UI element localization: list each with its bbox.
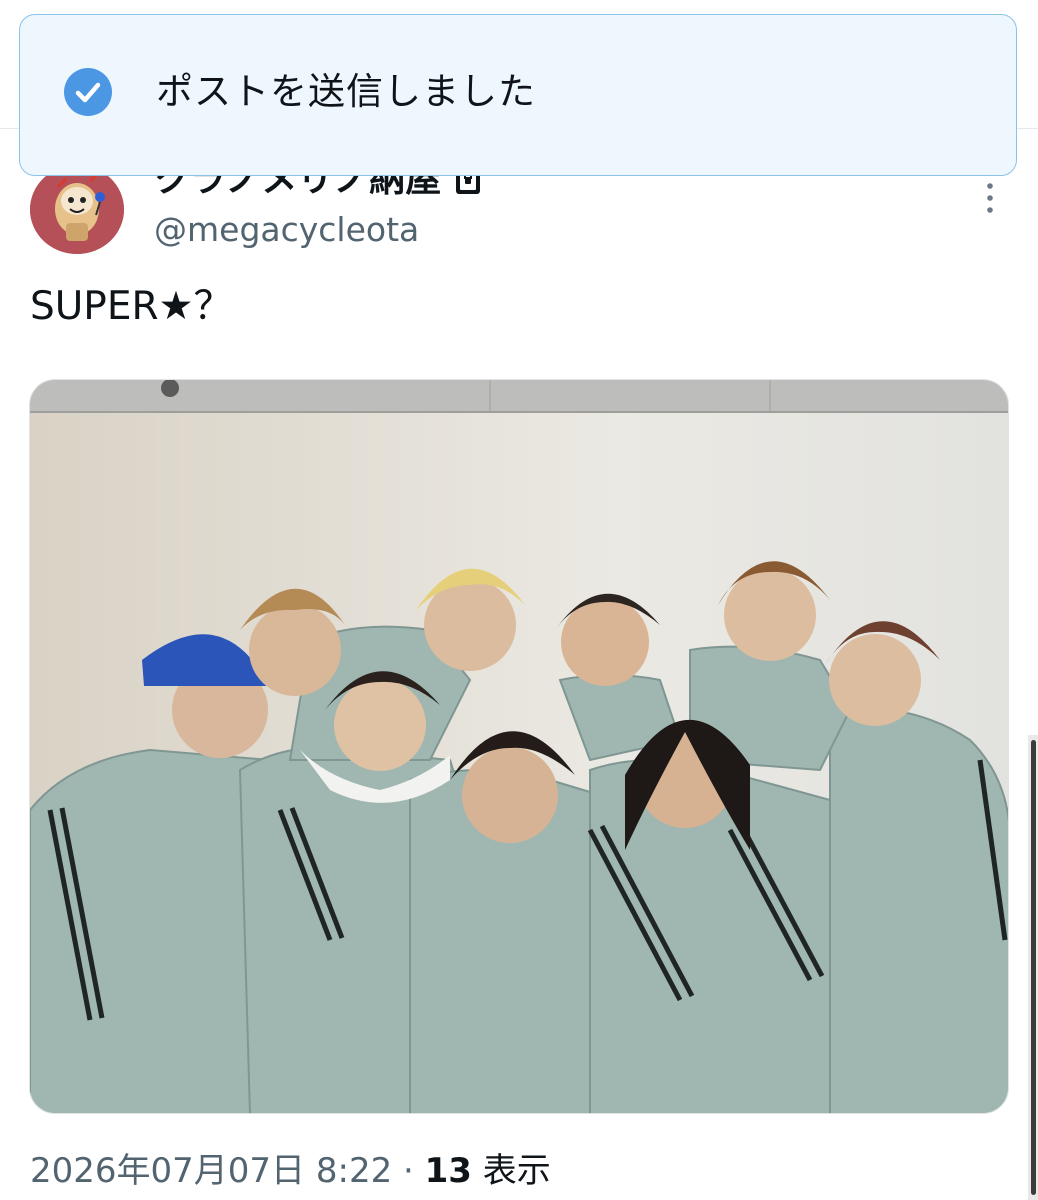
toast-message: ポストを送信しました	[156, 70, 536, 113]
more-vertical-icon[interactable]	[978, 180, 1002, 216]
post-photo[interactable]	[29, 379, 1009, 1114]
post-detail-screen: ポストを送信しました クラノメリノ納屋 @megacycleota SUPER★…	[0, 0, 1038, 1200]
user-handle[interactable]: @megacycleota	[154, 210, 419, 250]
views-label: 表示	[471, 1151, 551, 1191]
post-meta: 2026年07月07日 8:22 · 13 表示	[30, 1148, 551, 1194]
avatar-illustration	[30, 165, 124, 254]
check-circle-icon	[64, 68, 112, 116]
group-photo-illustration	[30, 380, 1008, 1113]
scrollbar-thumb[interactable]	[1031, 740, 1036, 1195]
toast-notification[interactable]: ポストを送信しました	[19, 14, 1017, 176]
avatar[interactable]	[30, 165, 124, 254]
post-text: SUPER★？	[30, 284, 233, 329]
views-count: 13	[424, 1151, 472, 1191]
post-timestamp[interactable]: 2026年07月07日 8:22 ·	[30, 1151, 425, 1191]
